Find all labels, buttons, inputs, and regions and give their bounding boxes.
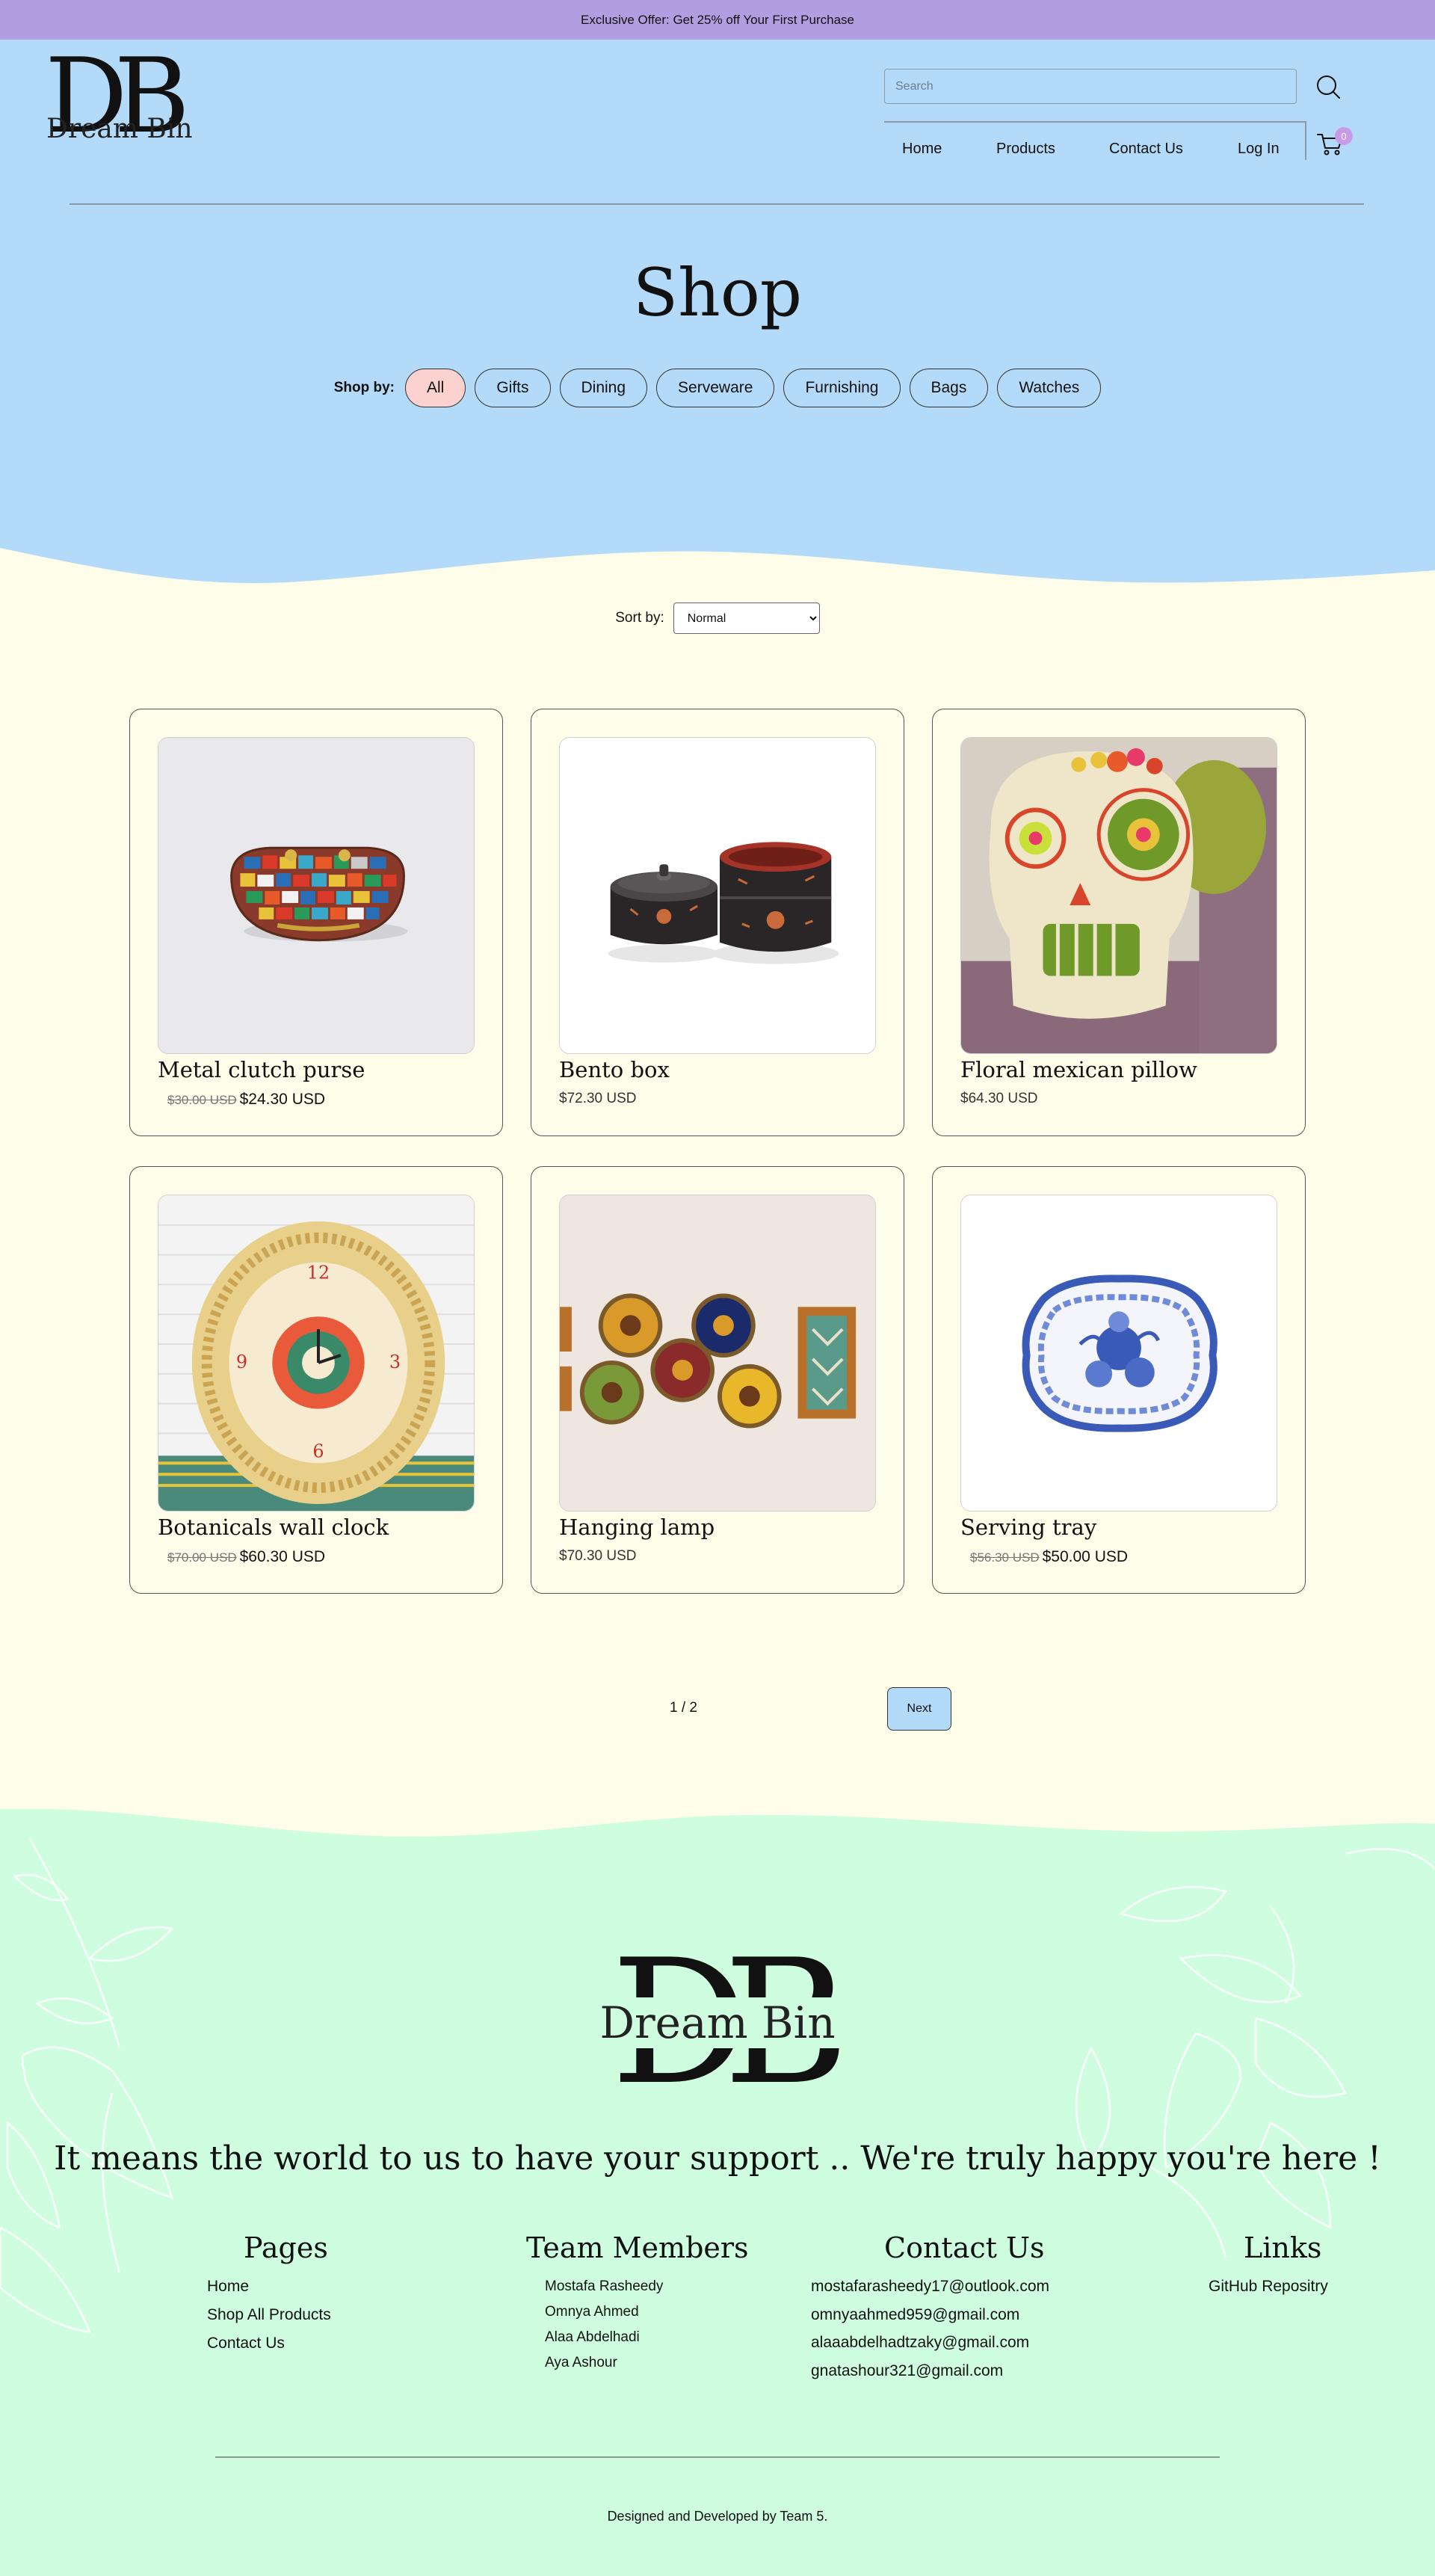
svg-text:12: 12 [307,1262,330,1283]
product-image-serving-tray[interactable] [960,1195,1277,1512]
blue-willow-tray-icon [961,1195,1277,1511]
wall-clock-icon: 12 3 6 9 [158,1195,474,1511]
product-price: $70.00 USD $60.30 USD [158,1548,325,1566]
team-member: Aya Ashour [545,2355,617,2370]
team-member: Omnya Ahmed [545,2304,639,2320]
product-name[interactable]: Bento box [559,1057,670,1082]
footer-team-title: Team Members [526,2231,749,2264]
pagination-status: 1 / 2 [670,1700,697,1716]
product-sale-price: $24.30 USD [239,1091,326,1108]
nav-products[interactable]: Products [996,141,1055,158]
footer-pages-title: Pages [244,2231,328,2264]
contact-email[interactable]: alaaabdelhadtzaky@gmail.com [811,2334,1029,2352]
nav-log-in[interactable]: Log In [1238,141,1280,158]
team-member: Alaa Abdelhadi [545,2329,640,2345]
footer-credits: Designed and Developed by Team 5. [607,2509,828,2524]
footer-link-shop-all[interactable]: Shop All Products [207,2306,331,2324]
product-card[interactable]: 12 3 6 9 Botanicals wall clock $70.00 USD $6… [129,1166,503,1594]
footer-links-title: Links [1244,2231,1322,2264]
category-chip-bags[interactable]: Bags [909,369,989,407]
product-name[interactable]: Metal clutch purse [158,1057,365,1082]
hero-wave-divider [0,533,1435,583]
product-old-price: $70.00 USD [167,1550,237,1565]
product-card[interactable]: Floral mexican pillow $64.30 USD [932,709,1306,1136]
mosaic-clutch-purse-icon [158,738,474,1053]
product-name[interactable]: Hanging lamp [559,1515,715,1540]
product-price: $30.00 USD $24.30 USD [158,1091,325,1109]
page-title: Shop [632,254,803,331]
product-card[interactable]: Hanging lamp $70.30 USD [531,1166,904,1594]
product-price: $72.30 USD [559,1091,637,1107]
bento-box-icon [560,738,875,1053]
product-sale-price: $70.30 USD [559,1548,637,1564]
sort-label: Sort by: [615,610,664,626]
cart-count-badge: 0 [1335,127,1353,145]
product-price: $56.30 USD $50.00 USD [960,1548,1128,1566]
product-image-hanging-lamp[interactable] [559,1195,876,1512]
product-sale-price: $50.00 USD [1042,1548,1129,1565]
wall-plates-icon [560,1195,875,1511]
product-price: $70.30 USD [559,1548,637,1565]
product-name[interactable]: Botanicals wall clock [158,1515,389,1540]
product-sale-price: $64.30 USD [960,1091,1038,1106]
product-image-wall-clock[interactable]: 12 3 6 9 [158,1195,475,1512]
sort-control: Sort by: Normal [0,603,1435,634]
svg-text:6: 6 [312,1440,324,1461]
footer-link-home[interactable]: Home [207,2278,249,2296]
footer-contact-title: Contact Us [884,2231,1045,2264]
svg-text:3: 3 [389,1352,401,1372]
product-name[interactable]: Floral mexican pillow [960,1057,1197,1082]
category-chip-dining[interactable]: Dining [559,369,648,407]
contact-email[interactable]: gnatashour321@gmail.com [811,2362,1003,2380]
search-icon[interactable] [1313,72,1343,102]
product-price: $64.30 USD [960,1091,1038,1107]
category-chip-all[interactable]: All [404,369,466,407]
product-sale-price: $72.30 USD [559,1091,637,1106]
contact-email[interactable]: omnyaahmed959@gmail.com [811,2306,1019,2324]
product-card[interactable]: Serving tray $56.30 USD $50.00 USD [932,1166,1306,1594]
category-filter: Shop by: All Gifts Dining Serveware Furn… [0,369,1435,407]
product-image-clutch-purse[interactable] [158,737,475,1054]
hero-divider [70,203,1364,205]
svg-text:9: 9 [236,1352,247,1372]
contact-email[interactable]: mostafarasheedy17@outlook.com [811,2278,1049,2296]
product-name[interactable]: Serving tray [960,1515,1096,1540]
product-old-price: $56.30 USD [970,1550,1040,1565]
footer-logo-name: Dream Bin [595,1997,840,2048]
header-vertical-divider [1305,121,1306,160]
announcement-bar: Exclusive Offer: Get 25% off Your First … [0,0,1435,40]
brand-logo[interactable]: DB Dream Bin [45,45,193,164]
product-image-bento-box[interactable] [559,737,876,1054]
category-chip-gifts[interactable]: Gifts [475,369,551,407]
footer-link-contact[interactable]: Contact Us [207,2335,285,2352]
sort-select[interactable]: Normal [673,603,820,634]
footer-tagline: It means the world to us to have your su… [54,2139,1381,2178]
footer-divider [215,2456,1220,2458]
header-divider [884,121,1306,123]
team-member: Mostafa Rasheedy [545,2278,664,2294]
product-image-floral-pillow[interactable] [960,737,1277,1054]
search-input[interactable] [884,69,1297,104]
product-old-price: $30.00 USD [167,1093,237,1107]
product-sale-price: $60.30 USD [239,1548,326,1565]
category-chip-serveware[interactable]: Serveware [656,369,775,407]
sugar-skull-pillow-icon [961,738,1277,1053]
nav-contact-us[interactable]: Contact Us [1109,141,1183,158]
category-chip-furnishing[interactable]: Furnishing [783,369,901,407]
product-card[interactable]: Metal clutch purse $30.00 USD $24.30 USD [129,709,503,1136]
brand-logo-name: Dream Bin [46,114,193,144]
shop-by-label: Shop by: [333,380,395,395]
product-card[interactable]: Bento box $72.30 USD [531,709,904,1136]
category-chip-watches[interactable]: Watches [997,369,1102,407]
nav-home[interactable]: Home [902,141,942,158]
footer-logo: Dream Bin [0,1997,1435,2048]
next-page-button[interactable]: Next [887,1687,951,1731]
footer-link-github[interactable]: GitHub Repositry [1209,2278,1328,2296]
